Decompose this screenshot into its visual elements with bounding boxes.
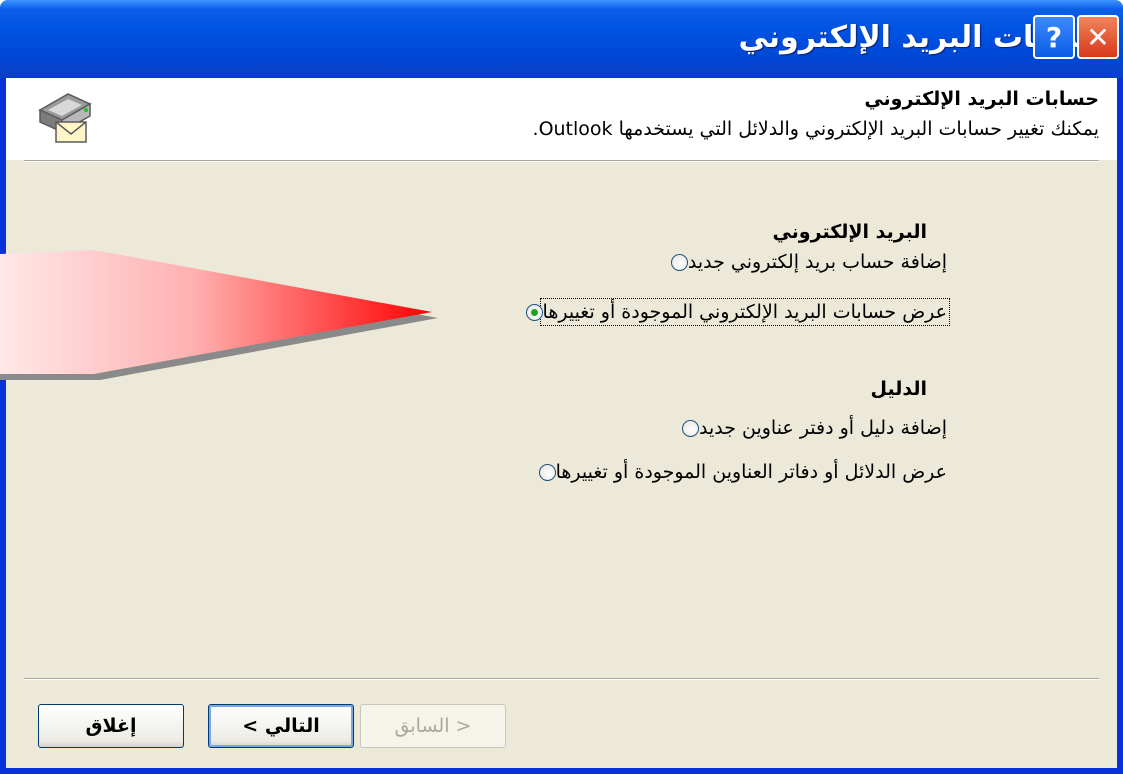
callout-arrow xyxy=(0,250,438,380)
radio-add-email-account[interactable]: إضافة حساب بريد إلكتروني جديد xyxy=(663,248,947,276)
help-button[interactable]: ? xyxy=(1033,15,1075,59)
next-button[interactable]: التالي > xyxy=(208,704,354,748)
email-group-title: البريد الإلكتروني xyxy=(772,221,927,243)
directory-group-title: الدليل xyxy=(870,378,927,400)
close-window-button[interactable]: ✕ xyxy=(1077,15,1119,59)
radio-button-selected[interactable] xyxy=(525,303,543,321)
radio-add-directory[interactable]: إضافة دليل أو دفتر عناوين جديد xyxy=(674,414,947,442)
mail-accounts-icon xyxy=(38,93,92,143)
header-title: حسابات البريد الإلكتروني xyxy=(864,88,1099,110)
radio-view-directories[interactable]: عرض الدلائل أو دفاتر العناوين الموجودة أ… xyxy=(531,458,947,486)
back-button[interactable]: < السابق xyxy=(360,704,506,748)
dialog-body: حسابات البريد الإلكتروني يمكنك تغيير حسا… xyxy=(6,78,1117,768)
close-button[interactable]: إغلاق xyxy=(38,704,184,748)
wizard-header: حسابات البريد الإلكتروني يمكنك تغيير حسا… xyxy=(6,78,1117,160)
dialog-window: حسابات البريد الإلكتروني ? ✕ حسابات البر… xyxy=(0,0,1123,774)
radio-label: عرض حسابات البريد الإلكتروني الموجودة أو… xyxy=(539,298,951,326)
radio-button[interactable] xyxy=(538,463,556,481)
title-bar[interactable]: حسابات البريد الإلكتروني ? ✕ xyxy=(0,0,1123,78)
footer-separator xyxy=(24,678,1099,680)
radio-label: إضافة حساب بريد إلكتروني جديد xyxy=(687,251,947,273)
header-subtitle: يمكنك تغيير حسابات البريد الإلكتروني وال… xyxy=(532,118,1099,140)
radio-label: إضافة دليل أو دفتر عناوين جديد xyxy=(698,417,947,439)
header-separator xyxy=(24,160,1099,162)
radio-label: عرض الدلائل أو دفاتر العناوين الموجودة أ… xyxy=(555,461,947,483)
radio-button[interactable] xyxy=(681,419,699,437)
radio-view-email-accounts[interactable]: عرض حسابات البريد الإلكتروني الموجودة أو… xyxy=(518,298,951,326)
radio-button[interactable] xyxy=(670,253,688,271)
close-icon: ✕ xyxy=(1086,20,1110,54)
help-icon: ? xyxy=(1045,20,1063,54)
